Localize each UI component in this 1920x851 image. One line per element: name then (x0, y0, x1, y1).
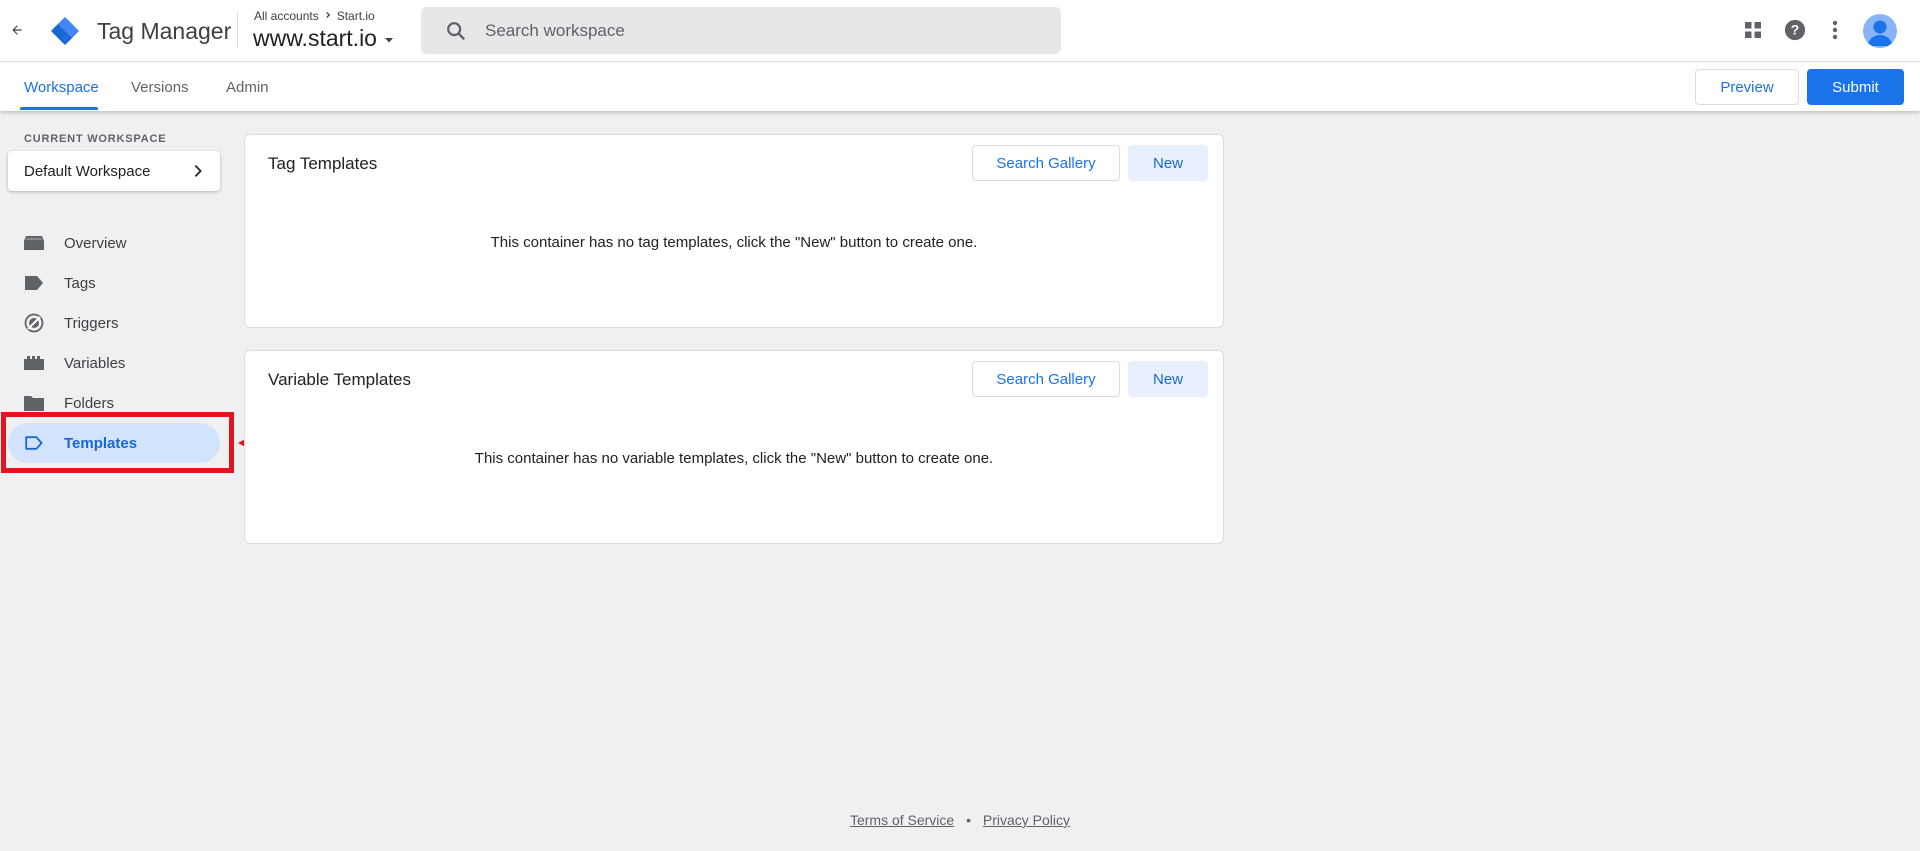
search-bar (421, 7, 1061, 54)
variables-icon (24, 353, 44, 373)
workspace-name: Default Workspace (24, 162, 151, 180)
submit-button[interactable]: Submit (1807, 69, 1904, 105)
sidebar-item-triggers[interactable]: Triggers (8, 303, 220, 343)
card-title: Tag Templates (268, 154, 378, 173)
sidebar-item-label: Folders (64, 395, 115, 412)
breadcrumb-account[interactable]: Start.io (337, 9, 375, 23)
current-workspace-heading: CURRENT WORKSPACE (24, 133, 167, 145)
apps-grid-icon[interactable] (1741, 18, 1765, 42)
new-tag-template-button[interactable]: New (1128, 145, 1208, 181)
annotation-highlight-box (1, 412, 234, 473)
search-input[interactable] (485, 7, 1045, 54)
more-vert-icon[interactable] (1823, 18, 1847, 42)
svg-text:?: ? (1791, 23, 1799, 38)
footer-separator: • (966, 812, 971, 828)
chevron-right-icon (190, 163, 206, 183)
sidebar-item-label: Tags (64, 275, 96, 292)
breadcrumb: All accounts Start.io (254, 9, 375, 23)
tag-icon (24, 273, 44, 293)
help-icon[interactable]: ? (1783, 18, 1807, 42)
overview-icon (24, 233, 44, 253)
back-arrow-icon[interactable] (6, 19, 28, 41)
sidebar-item-label: Triggers (64, 315, 119, 332)
footer: Terms of Service • Privacy Policy (0, 812, 1920, 828)
workspace-nav-bar: Workspace Versions Admin Preview Submit (0, 62, 1920, 111)
sidebar-item-variables[interactable]: Variables (8, 343, 220, 383)
top-app-bar: Tag Manager All accounts Start.io www.st… (0, 0, 1920, 62)
search-gallery-button[interactable]: Search Gallery (972, 145, 1120, 181)
preview-button[interactable]: Preview (1695, 69, 1799, 105)
container-name: www.start.io (253, 25, 377, 51)
trigger-icon (24, 313, 44, 333)
header-divider (237, 12, 238, 48)
active-tab-indicator (20, 107, 98, 110)
tag-templates-card: Tag Templates Search Gallery New This co… (244, 134, 1224, 328)
workspace-selector[interactable]: Default Workspace (8, 151, 220, 191)
dropdown-arrow-icon (383, 25, 395, 52)
tab-admin[interactable]: Admin (226, 79, 269, 96)
terms-of-service-link[interactable]: Terms of Service (850, 812, 954, 828)
app-title: Tag Manager (97, 18, 232, 44)
sidebar-item-label: Variables (64, 355, 126, 372)
container-selector[interactable]: www.start.io (253, 25, 395, 52)
sidebar-item-overview[interactable]: Overview (8, 223, 220, 263)
empty-state-message: This container has no tag templates, cli… (490, 234, 978, 251)
new-variable-template-button[interactable]: New (1128, 361, 1208, 397)
tab-workspace[interactable]: Workspace (24, 79, 99, 96)
folder-icon (24, 393, 44, 413)
breadcrumb-root[interactable]: All accounts (254, 9, 319, 23)
tag-manager-logo-icon (48, 14, 82, 48)
sidebar-item-label: Overview (64, 235, 127, 252)
search-icon (445, 20, 467, 47)
search-gallery-button[interactable]: Search Gallery (972, 361, 1120, 397)
variable-templates-card: Variable Templates Search Gallery New Th… (244, 350, 1224, 544)
privacy-policy-link[interactable]: Privacy Policy (983, 812, 1070, 828)
tab-versions[interactable]: Versions (131, 79, 189, 96)
chevron-right-icon (323, 9, 333, 23)
card-title: Variable Templates (268, 370, 412, 389)
account-avatar[interactable] (1863, 14, 1897, 48)
empty-state-message: This container has no variable templates… (474, 450, 994, 467)
sidebar-item-tags[interactable]: Tags (8, 263, 220, 303)
